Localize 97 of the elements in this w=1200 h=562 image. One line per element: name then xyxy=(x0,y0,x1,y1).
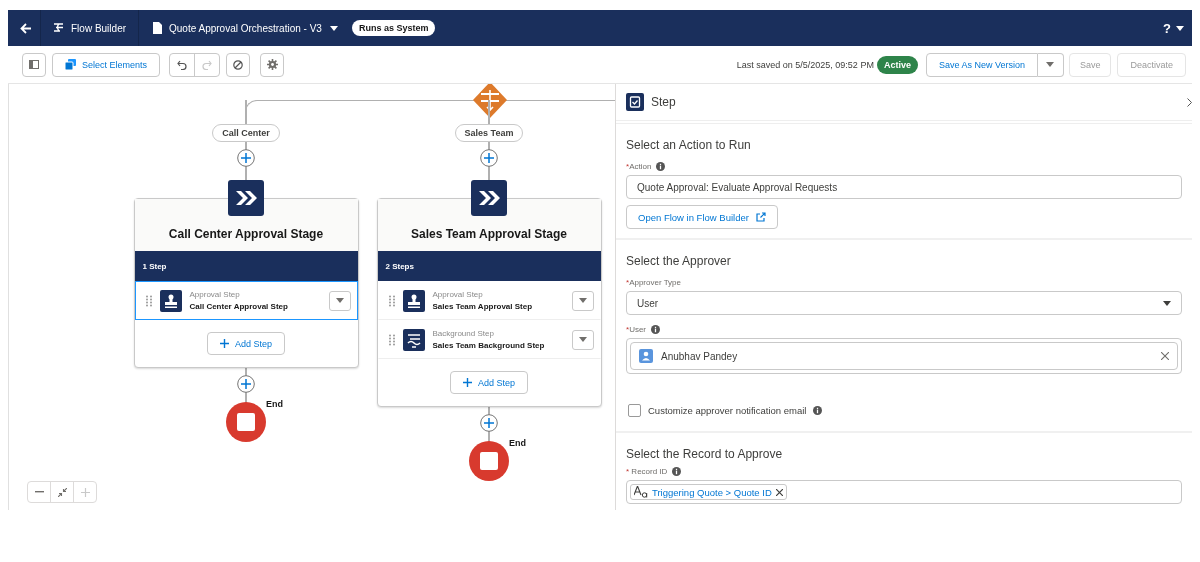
field-label: *Approver Type xyxy=(626,278,681,287)
step-type: Approval Step xyxy=(189,290,241,299)
plus-icon xyxy=(80,487,90,497)
add-step-button[interactable]: Add Step xyxy=(207,332,285,355)
step-count: 1 Step xyxy=(142,261,167,271)
resource-pill[interactable]: Triggering Quote > Quote ID xyxy=(630,484,787,500)
stamp-icon xyxy=(159,289,182,312)
section-heading: Select an Action to Run xyxy=(626,138,752,152)
end-label: End xyxy=(266,399,283,409)
caret-icon xyxy=(578,298,587,303)
info-icon xyxy=(672,467,682,476)
minus-icon xyxy=(34,491,44,493)
branch-label: Sales Team xyxy=(454,124,524,142)
select-icon xyxy=(65,59,76,70)
add-element-button[interactable] xyxy=(237,149,255,167)
stage-title: Sales Team Approval Stage xyxy=(410,227,568,241)
info-icon xyxy=(651,325,660,334)
help-button[interactable]: ? xyxy=(1163,20,1171,36)
wave-lines-icon xyxy=(402,328,425,351)
status-badge: Active xyxy=(876,55,918,74)
save-as-new-version-button[interactable]: Save As New Version xyxy=(925,52,1038,77)
section-heading: Select the Approver xyxy=(626,254,732,268)
caret-icon xyxy=(329,25,338,31)
decision-icon xyxy=(470,84,510,120)
pill-label: Triggering Quote > Quote ID xyxy=(652,486,772,498)
add-element-button[interactable] xyxy=(480,149,498,167)
sidebar-icon xyxy=(29,60,39,69)
step-menu-button[interactable] xyxy=(328,290,351,311)
flow-icon xyxy=(53,22,64,34)
user-icon xyxy=(639,349,653,363)
add-step-button[interactable]: Add Step xyxy=(450,371,528,394)
end-label: End xyxy=(509,438,526,448)
last-saved-text: Last saved on 5/5/2025, 09:52 PM xyxy=(736,59,874,70)
section-heading: Select the Record to Approve xyxy=(626,447,784,461)
plus-icon xyxy=(463,378,472,387)
redo-icon xyxy=(202,59,213,70)
stamp-icon xyxy=(402,289,425,312)
drag-handle-icon[interactable] xyxy=(388,294,395,307)
app-title: Flow Builder xyxy=(71,22,127,34)
drag-handle-icon[interactable] xyxy=(388,333,395,346)
text-type-icon xyxy=(634,486,648,498)
caret-icon xyxy=(1046,62,1055,67)
field-label: * Record ID xyxy=(626,467,668,476)
record-id-field[interactable]: Triggering Quote > Quote ID xyxy=(626,480,1182,504)
end-icon xyxy=(469,441,509,481)
remove-icon[interactable] xyxy=(775,488,783,496)
shrink-icon xyxy=(57,487,67,497)
caret-icon xyxy=(1176,25,1184,31)
step-row[interactable]: Background Step Sales Team Background Step xyxy=(377,320,601,359)
panel-toggle-button[interactable] xyxy=(22,52,46,77)
caret-icon xyxy=(578,337,587,342)
add-element-button[interactable] xyxy=(237,375,255,393)
plus-icon xyxy=(220,339,229,348)
info-icon xyxy=(656,162,666,171)
step-type: Approval Step xyxy=(432,290,484,299)
info-icon xyxy=(813,406,823,415)
end-icon xyxy=(226,402,266,442)
select-elements-button[interactable]: Select Elements xyxy=(52,52,161,77)
step-name: Sales Team Background Step xyxy=(432,341,546,350)
step-menu-button[interactable] xyxy=(571,290,594,311)
caret-icon xyxy=(335,298,344,303)
step-name: Sales Team Approval Step xyxy=(432,302,534,311)
step-type: Background Step xyxy=(432,329,495,338)
collapse-icon[interactable] xyxy=(1187,97,1192,107)
settings-button[interactable] xyxy=(260,52,285,77)
settings-icon xyxy=(266,59,278,70)
panel-title: Step xyxy=(651,95,676,109)
checkbox-label: Customize approver notification email xyxy=(648,405,807,416)
step-row[interactable]: Approval Step Call Center Approval Step xyxy=(134,281,358,320)
clear-button[interactable] xyxy=(226,52,251,77)
undo-icon xyxy=(177,59,188,70)
flow-name: Quote Approval Orchestration - V3 xyxy=(169,22,322,34)
step-count: 2 Steps xyxy=(385,261,414,271)
step-menu-button[interactable] xyxy=(571,329,594,350)
external-link-icon xyxy=(755,212,766,222)
stage-title: Call Center Approval Stage xyxy=(168,227,324,241)
document-icon xyxy=(153,22,163,34)
field-label: *Action xyxy=(626,162,652,171)
user-lookup-field[interactable]: Anubhav Pandey xyxy=(630,342,1178,370)
open-flow-button[interactable]: Open Flow in Flow Builder xyxy=(626,205,778,229)
branch-label: Call Center xyxy=(212,124,280,142)
clear-icon[interactable] xyxy=(1161,352,1169,360)
drag-handle-icon[interactable] xyxy=(145,294,152,307)
step-row[interactable]: Approval Step Sales Team Approval Step xyxy=(377,281,601,320)
caret-icon xyxy=(1163,300,1171,306)
add-element-button[interactable] xyxy=(480,414,498,432)
user-name: Anubhav Pandey xyxy=(661,350,739,362)
back-arrow-icon[interactable] xyxy=(20,22,32,34)
step-icon xyxy=(626,93,644,111)
step-name: Call Center Approval Step xyxy=(189,302,289,311)
approver-type-select[interactable]: User xyxy=(626,291,1182,315)
prohibited-icon xyxy=(233,59,244,70)
checkbox[interactable] xyxy=(628,404,641,417)
dropdown-button[interactable] xyxy=(1037,52,1064,77)
field-label: *User xyxy=(626,325,646,334)
run-mode-badge: Runs as System xyxy=(351,20,436,36)
action-field[interactable]: Quote Approval: Evaluate Approval Requests xyxy=(626,175,1182,199)
